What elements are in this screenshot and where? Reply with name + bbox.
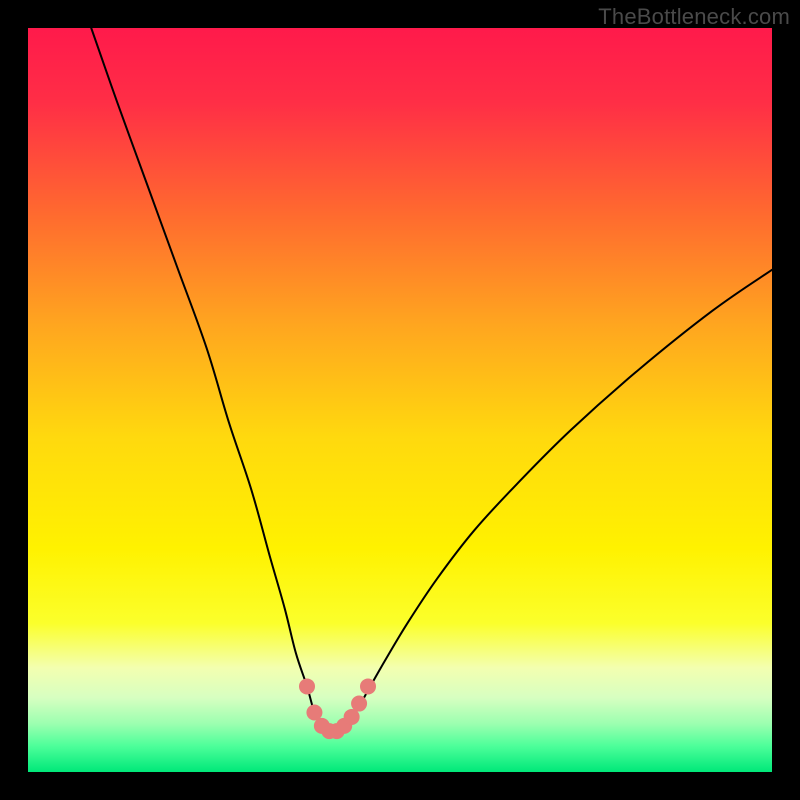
flat-bottom-marker-point (360, 678, 376, 694)
flat-bottom-marker-point (299, 678, 315, 694)
flat-bottom-marker-point (351, 696, 367, 712)
watermark-text: TheBottleneck.com (598, 4, 790, 30)
plot-area (28, 28, 772, 772)
chart-svg (28, 28, 772, 772)
outer-frame: TheBottleneck.com (0, 0, 800, 800)
bottleneck-curve (91, 28, 772, 732)
flat-bottom-marker-point (344, 709, 360, 725)
flat-bottom-marker-point (306, 704, 322, 720)
